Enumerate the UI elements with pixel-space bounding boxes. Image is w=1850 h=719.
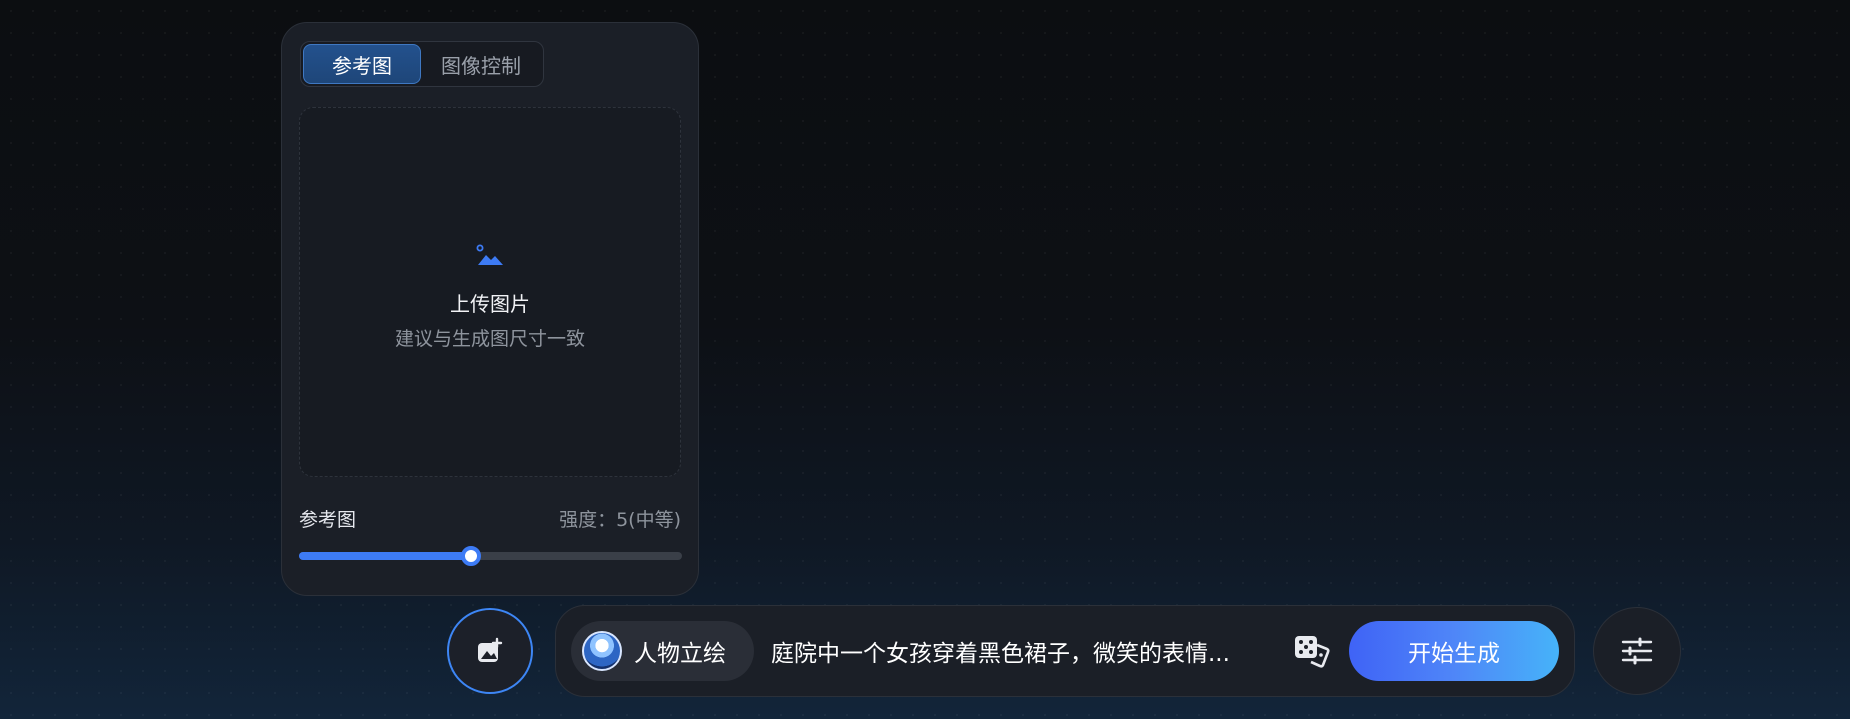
upload-title: 上传图片 [450,292,530,316]
image-add-icon [478,637,503,662]
upload-dropzone[interactable]: 上传图片 建议与生成图尺寸一致 [299,107,681,477]
reference-panel: 参考图 图像控制 上传图片 建议与生成图尺寸一致 参考图 强度：5(中等) [281,22,699,596]
strength-label: 参考图 [299,509,357,531]
settings-button[interactable] [1593,607,1681,695]
strength-slider[interactable] [299,546,682,566]
sliders-icon [1621,637,1653,665]
add-image-button[interactable] [447,608,533,694]
tab-reference-image[interactable]: 参考图 [303,44,421,84]
slider-fill [299,552,472,560]
tab-image-control[interactable]: 图像控制 [421,44,541,84]
panel-tabs: 参考图 图像控制 [300,41,544,87]
image-icon [476,244,503,265]
prompt-bar: 人物立绘 庭院中一个女孩穿着黑色裙子，微笑的表情... 开始生成 [555,605,1575,697]
dice-icon[interactable] [1293,633,1331,669]
slider-thumb[interactable] [461,546,482,566]
style-chip[interactable]: 人物立绘 [571,621,754,681]
strength-value: 强度：5(中等) [559,509,681,531]
generate-button[interactable]: 开始生成 [1349,621,1559,681]
style-chip-label: 人物立绘 [634,641,726,667]
character-avatar [582,631,622,671]
upload-hint: 建议与生成图尺寸一致 [394,328,585,350]
prompt-input[interactable]: 庭院中一个女孩穿着黑色裙子，微笑的表情... [771,606,1271,696]
